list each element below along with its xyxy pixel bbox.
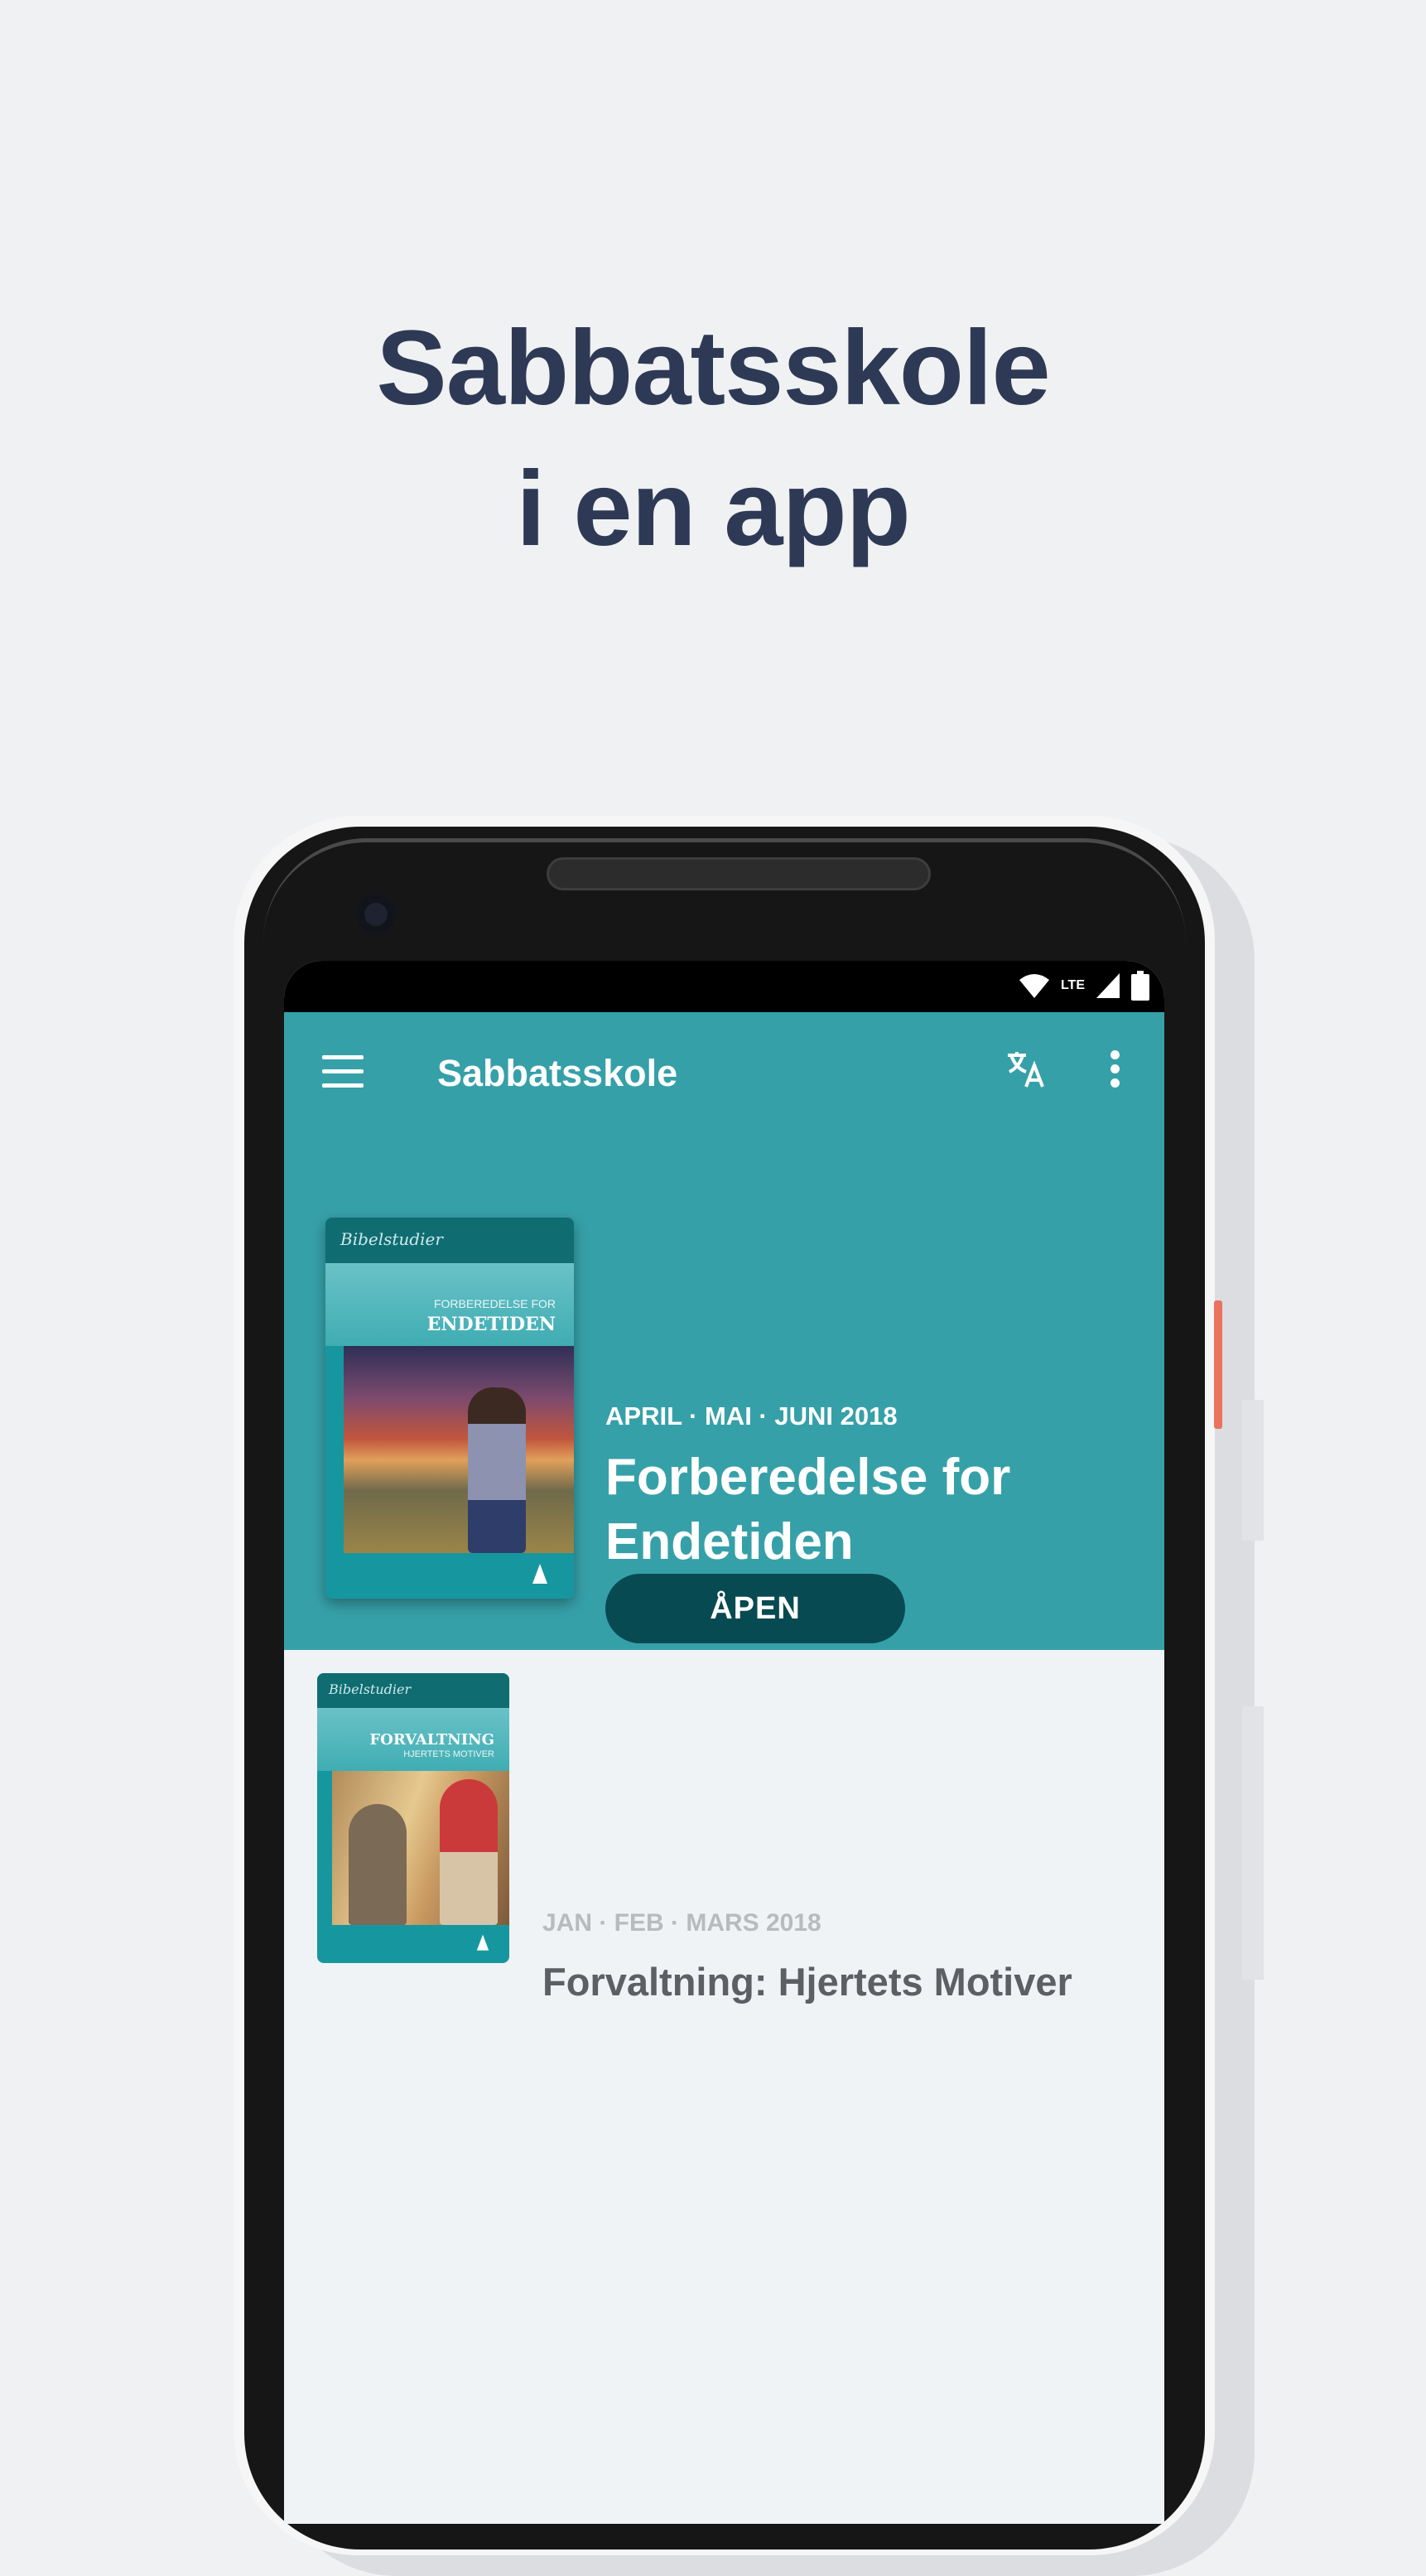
headline-line-2: i en app — [516, 450, 911, 568]
wifi-icon — [1019, 974, 1049, 998]
cover-title: FORVALTNING — [369, 1731, 494, 1749]
signal-icon — [1096, 973, 1120, 998]
cover-title: ENDETIDEN — [426, 1314, 556, 1335]
church-logo-icon — [476, 1934, 489, 1951]
open-button[interactable]: ÅPEN — [605, 1574, 905, 1643]
more-vert-icon[interactable] — [1110, 1050, 1122, 1090]
translate-icon[interactable] — [1004, 1047, 1048, 1090]
app-bar: Sabbatsskole — [284, 1012, 1164, 1136]
phone-side-button — [1242, 1400, 1264, 1541]
cover-artwork — [344, 1346, 574, 1553]
cover-subtitle: HJERTETS MOTIVER — [403, 1749, 494, 1759]
cover-brand: Bibelstudier — [329, 1681, 412, 1697]
phone-camera — [356, 895, 396, 934]
network-type-label: LTE — [1060, 978, 1085, 992]
featured-title[interactable]: Forberedelse for Endetiden — [605, 1445, 1119, 1575]
phone-side-button — [1242, 1706, 1264, 1980]
menu-icon[interactable] — [322, 1055, 364, 1088]
app-title: Sabbatsskole — [437, 1052, 678, 1094]
church-logo-icon — [532, 1564, 547, 1584]
featured-date: APRIL · MAI · JUNI 2018 — [605, 1401, 898, 1430]
cover-subtitle: FORBEREDELSE FOR — [433, 1297, 556, 1310]
cover-artwork — [332, 1771, 509, 1925]
phone-power-button — [1214, 1300, 1222, 1429]
phone-speaker — [547, 857, 931, 890]
battery-icon — [1131, 971, 1149, 1001]
status-bar: LTE — [284, 961, 1164, 1012]
featured-cover-image[interactable]: Bibelstudier FORBEREDELSE FOR ENDETIDEN — [325, 1218, 574, 1599]
list-item[interactable]: Bibelstudier FORVALTNING HJERTETS MOTIVE… — [284, 1673, 1164, 2004]
featured-quarterly: Bibelstudier FORBEREDELSE FOR ENDETIDEN … — [284, 1136, 1164, 1650]
list-item-title: Forvaltning: Hjertets Motiver — [542, 1960, 1072, 2004]
cover-brand: Bibelstudier — [340, 1229, 443, 1249]
headline: Sabbatsskole i en app — [0, 298, 1426, 580]
headline-line-1: Sabbatsskole — [376, 309, 1050, 427]
list-item-cover-image[interactable]: Bibelstudier FORVALTNING HJERTETS MOTIVE… — [317, 1673, 509, 1963]
list-item-date: JAN · FEB · MARS 2018 — [542, 1909, 821, 1937]
phone-screen: LTE Sabbatsskole Bibelstudier FORBEREDEL… — [284, 961, 1164, 2524]
